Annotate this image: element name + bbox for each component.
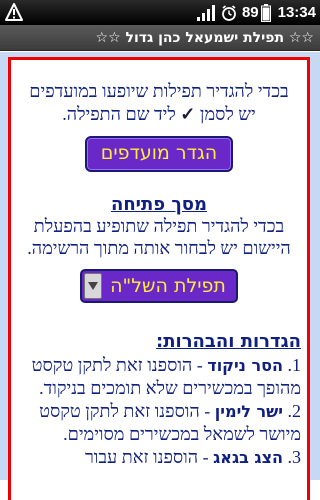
list-item: 1. הסר ניקוד - הוספנו זאת לתקן טקסט מהופ…	[31, 355, 301, 398]
settings-frame: בכדי להגדיר תפילות שיופעו במועדפים יש לס…	[8, 57, 310, 500]
selected-prayer: תפילת השל"ה	[110, 275, 226, 297]
battery-icon	[260, 3, 271, 22]
opening-screen-instructions: בכדי להגדיר תפילה שתופיע בהפעלת היישום י…	[27, 216, 291, 258]
check-mark-icon: ✓	[180, 104, 196, 124]
list-item: 2. ישר לימין - הוספנו זאת לתקן טקסט מיוש…	[39, 401, 301, 444]
signal-icon	[196, 4, 215, 21]
settings-list: 1. הסר ניקוד - הוספנו זאת לתקן טקסט מהופ…	[14, 354, 304, 469]
opening-prayer-select[interactable]: תפילת השל"ה	[80, 269, 238, 303]
alarm-icon	[222, 4, 236, 21]
battery-percent: 89	[241, 4, 259, 21]
dropdown-arrow-icon	[84, 273, 103, 299]
settings-heading: הגדרות והבהרות:	[156, 331, 301, 352]
list-item: 3. הצג בגאג - הוספנו זאת עבור	[84, 447, 301, 467]
status-bar: 89 13:34	[0, 0, 320, 25]
clock: 13:34	[277, 4, 316, 21]
app-title-bar: ☆☆ תפילת ישמעאל כהן גדול ☆☆	[0, 25, 320, 51]
favorites-instructions: בכדי להגדיר תפילות שיופעו במועדפים יש לס…	[29, 81, 289, 124]
set-favorites-button[interactable]: הגדר מועדפים	[84, 136, 234, 172]
opening-screen-heading: מסך פתיחה	[110, 194, 208, 215]
content-area[interactable]: בכדי להגדיר תפילות שיופעו במועדפים יש לס…	[0, 52, 320, 500]
warning-icon	[5, 3, 23, 21]
